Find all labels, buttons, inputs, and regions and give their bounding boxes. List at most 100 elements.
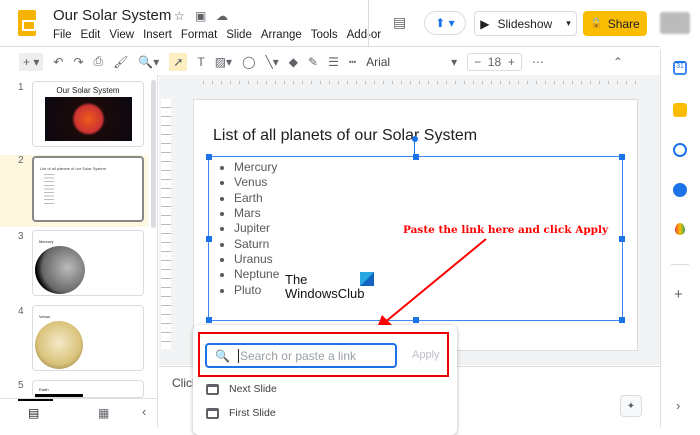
suggestion-first-slide[interactable]: First Slide [206, 407, 276, 419]
resize-handle[interactable] [206, 154, 212, 160]
resize-handle[interactable] [619, 236, 625, 242]
horizontal-ruler[interactable] [195, 77, 639, 87]
calendar-icon[interactable]: 31 [673, 61, 687, 75]
font-size-value[interactable]: 18 [488, 55, 501, 69]
shape-icon[interactable]: ◯ [242, 55, 255, 69]
font-size-stepper[interactable]: − 18 + [467, 52, 522, 71]
present-to-meeting-button[interactable]: ⬆ ▾ [424, 11, 466, 35]
rotate-handle[interactable] [412, 136, 418, 142]
slide-icon [206, 383, 219, 395]
slide-number: 3 [18, 231, 24, 242]
bullet-item[interactable]: Saturn [220, 237, 269, 251]
bullet-item[interactable]: Jupiter [220, 221, 270, 235]
border-weight-icon[interactable]: ☰ [328, 55, 339, 69]
explore-button[interactable]: ✦ [620, 395, 642, 417]
bullet-item[interactable]: Mars [220, 206, 261, 220]
menu-view[interactable]: View [109, 29, 134, 41]
slide-thumbnail-5[interactable]: Earth [32, 380, 144, 398]
select-icon[interactable]: ➚ [169, 52, 188, 71]
comments-icon[interactable]: ▤ [393, 14, 406, 31]
more-icon[interactable]: ⋯ [532, 55, 544, 69]
side-panel: 31 + › [660, 50, 700, 428]
resize-handle[interactable] [206, 317, 212, 323]
border-color-icon[interactable]: ✎ [308, 55, 318, 69]
collapse-panel-icon[interactable]: ‹ [142, 404, 146, 419]
font-select[interactable]: Arial [366, 55, 441, 69]
chevron-down-icon[interactable]: ▾ [451, 55, 457, 69]
thumb-title: Earth [39, 387, 49, 392]
suggestion-next-slide[interactable]: Next Slide [206, 383, 277, 395]
move-folder-icon[interactable]: ▣ [195, 9, 206, 23]
bullet-item[interactable]: Uranus [220, 252, 273, 266]
menu-bar: File Edit View Insert Format Slide Arran… [53, 29, 390, 41]
keep-icon[interactable] [673, 103, 687, 117]
vertical-ruler[interactable] [161, 99, 171, 349]
menu-slide[interactable]: Slide [226, 29, 252, 41]
solar-system-image [44, 97, 132, 141]
collapse-toolbar-icon[interactable]: ⌃ [613, 55, 623, 69]
new-slide-button[interactable]: + ▾ [19, 52, 44, 71]
filmstrip-view-icon[interactable]: ▤ [28, 406, 39, 420]
resize-handle[interactable] [619, 317, 625, 323]
fill-color-icon[interactable]: ◆ [289, 55, 298, 69]
share-button[interactable]: 🔒 Share [583, 11, 647, 36]
text-box-icon[interactable]: T [197, 55, 204, 69]
bullet-item[interactable]: Earth [220, 191, 263, 205]
mercury-image [35, 246, 85, 294]
menu-addons[interactable]: Add-or [347, 29, 382, 41]
bullet-item[interactable]: Mercury [220, 160, 277, 174]
maps-icon[interactable] [675, 223, 685, 235]
bullet-item[interactable]: Neptune [220, 267, 279, 281]
slideshow-button[interactable]: ▶ Slideshow ▾ [474, 11, 577, 36]
venus-image [35, 321, 83, 369]
menu-tools[interactable]: Tools [311, 29, 338, 41]
search-icon: 🔍 [215, 348, 230, 363]
slide-thumbnail-3[interactable]: Mercury [32, 230, 144, 296]
cloud-status-icon[interactable]: ☁ [216, 9, 228, 23]
apply-button[interactable]: Apply [412, 349, 440, 361]
menu-edit[interactable]: Edit [81, 29, 101, 41]
show-side-panel-icon[interactable]: › [676, 398, 680, 413]
divider [368, 0, 369, 46]
slide-thumbnail-4[interactable]: Venus [32, 305, 144, 371]
add-addon-icon[interactable]: + [674, 286, 683, 303]
undo-icon[interactable]: ↶ [53, 55, 63, 69]
filmstrip-scrollbar[interactable] [151, 80, 156, 228]
resize-handle[interactable] [206, 236, 212, 242]
border-dash-icon[interactable]: ┅ [349, 55, 356, 69]
thumb-title: List of all planets of our Solar System [40, 166, 107, 171]
divider [671, 264, 689, 265]
menu-file[interactable]: File [53, 29, 72, 41]
image-icon[interactable]: ▨▾ [215, 55, 232, 69]
slide-number: 1 [18, 82, 24, 93]
menu-arrange[interactable]: Arrange [261, 29, 302, 41]
redo-icon[interactable]: ↷ [73, 55, 83, 69]
paint-format-icon[interactable]: 🖌 [113, 55, 128, 69]
line-icon[interactable]: ╲▾ [266, 55, 279, 69]
contacts-icon[interactable] [673, 183, 687, 197]
slide-number: 4 [18, 306, 24, 317]
menu-insert[interactable]: Insert [143, 29, 172, 41]
chevron-down-icon[interactable]: ▾ [566, 18, 571, 29]
active-view-indicator [18, 399, 53, 401]
watermark-logo: The WindowsClub [285, 273, 364, 301]
slide-thumbnail-2[interactable]: List of all planets of our Solar System [32, 156, 144, 222]
star-icon[interactable]: ☆ [174, 9, 185, 23]
slide-thumbnail-1[interactable]: Our Solar System [32, 81, 144, 147]
slide-title[interactable]: List of all planets of our Solar System [213, 127, 477, 145]
slides-logo-icon[interactable] [18, 10, 36, 36]
thumb-bullets [44, 174, 54, 206]
link-search-input[interactable]: 🔍 Search or paste a link [205, 343, 397, 368]
zoom-icon[interactable]: 🔍▾ [138, 55, 159, 69]
annotation-arrow [376, 238, 487, 330]
menu-format[interactable]: Format [181, 29, 217, 41]
document-title[interactable]: Our Solar System [53, 7, 171, 24]
bullet-item[interactable]: Venus [220, 175, 267, 189]
print-icon[interactable]: ⎙ [94, 54, 104, 69]
avatar[interactable] [660, 12, 690, 34]
grid-view-icon[interactable]: ▦ [98, 406, 109, 420]
resize-handle[interactable] [619, 154, 625, 160]
tasks-icon[interactable] [673, 143, 687, 157]
resize-handle[interactable] [413, 154, 419, 160]
bullet-item[interactable]: Pluto [220, 283, 261, 297]
